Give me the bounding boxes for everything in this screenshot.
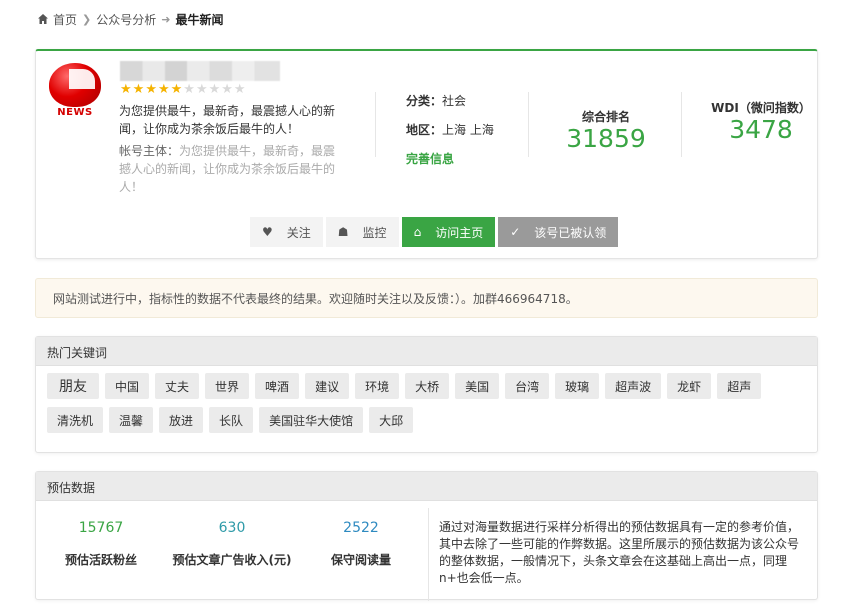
home-icon — [38, 14, 48, 24]
account-owner: 帐号主体：为您提供最牛，最新奇，最震撼人心的新闻，让你成为茶余饭后最牛的人！ — [119, 142, 341, 196]
rank-value: 31859 — [566, 124, 646, 153]
keyword-tag[interactable]: 美国 — [455, 373, 500, 399]
star-filled-icon: ★ — [157, 82, 170, 97]
keyword-tag[interactable]: 世界 — [205, 373, 250, 399]
keyword-tag[interactable]: 龙虾 — [667, 373, 712, 399]
claimed-button[interactable]: ✓ 该号已被认领 — [498, 217, 619, 247]
keyword-tag[interactable]: 啤酒 — [255, 373, 300, 399]
lock-icon: ☗ — [337, 225, 349, 239]
star-filled-icon: ★ — [132, 82, 145, 97]
star-empty-icon: ★ — [183, 82, 195, 97]
keyword-tag[interactable]: 大邱 — [369, 407, 414, 433]
breadcrumb: 首页 ❯ 公众号分析 ➜ 最牛新闻 — [37, 10, 223, 28]
keyword-tag[interactable]: 丈夫 — [155, 373, 200, 399]
region-row: 地区：上海 上海 — [406, 121, 494, 138]
visit-label: 访问主页 — [435, 225, 484, 240]
star-empty-icon: ★ — [221, 82, 233, 97]
arrow-right-icon: ➜ — [161, 12, 171, 26]
owner-label: 帐号主体： — [119, 144, 180, 158]
keyword-tag[interactable]: 大桥 — [405, 373, 450, 399]
keyword-tag[interactable]: 温馨 — [109, 407, 154, 433]
star-filled-icon: ★ — [170, 82, 183, 97]
estimate-panel: 预估数据 15767 预估活跃粉丝 630 预估文章广告收入(元) 2522 保… — [35, 471, 818, 601]
star-empty-icon: ★ — [208, 82, 221, 97]
active-fans-value: 15767 — [78, 520, 124, 536]
category-label: 分类： — [406, 94, 443, 108]
news-logo-icon — [49, 63, 101, 107]
keyword-tag[interactable]: 超声波 — [605, 373, 662, 399]
ad-income-label: 预估文章广告收入(元) — [172, 553, 292, 567]
keywords-panel-title: 热门关键词 — [36, 337, 817, 366]
estimate-description: 通过对海量数据进行采样分析得出的预估数据具有一定的参考价值，其中去除了一些可能的… — [439, 520, 800, 585]
ad-income-value: 630 — [218, 520, 246, 536]
wdi-stat: WDI（微问指数） 3478 — [710, 100, 812, 144]
follow-label: 关注 — [286, 225, 311, 240]
keyword-tag[interactable]: 超声 — [717, 373, 762, 399]
rating-stars: ★ ★ ★ ★ ★ ★ ★ ★ ★ ★ — [120, 83, 246, 96]
home-icon: ⌂ — [413, 225, 422, 239]
breadcrumb-section-link[interactable]: 公众号分析 — [96, 11, 156, 28]
account-logo: NEWS — [47, 63, 103, 119]
rank-label: 综合排名 — [581, 110, 630, 124]
star-empty-icon: ★ — [195, 82, 208, 97]
divider — [528, 92, 529, 157]
keyword-list: 朋友 中国 丈夫 世界 啤酒 建议 环境 大桥 美国 台湾 玻璃 超声波 龙虾 超声清洗机 温馨 放进 长队 美国… — [47, 373, 807, 441]
keyword-tag[interactable]: 环境 — [355, 373, 400, 399]
follow-button[interactable]: ♥ 关注 — [250, 217, 323, 247]
monitor-button[interactable]: ☗ 监控 — [325, 217, 399, 247]
read-count-value: 2522 — [343, 520, 379, 536]
divider — [428, 508, 429, 601]
keyword-tag[interactable]: 朋友 — [47, 373, 99, 399]
heart-icon: ♥ — [262, 225, 273, 239]
action-bar: ♥ 关注 ☗ 监控 ⌂ 访问主页 ✓ 该号已被认领 — [250, 217, 621, 247]
estimate-panel-title: 预估数据 — [36, 472, 817, 501]
logo-text: NEWS — [57, 107, 93, 118]
keyword-tag[interactable]: 台湾 — [505, 373, 550, 399]
keyword-tag[interactable]: 美国驻华大使馆 — [259, 407, 364, 433]
divider — [681, 92, 682, 157]
keyword-tag[interactable]: 长队 — [209, 407, 254, 433]
keywords-panel: 热门关键词 朋友 中国 丈夫 世界 啤酒 建议 环境 大桥 美国 台湾 玻璃 超声波 龙虾 超声清洗机 温馨… — [35, 336, 818, 453]
monitor-label: 监控 — [362, 225, 387, 240]
keyword-tag[interactable]: 清洗机 — [47, 407, 104, 433]
check-circle-icon: ✓ — [510, 225, 521, 239]
active-fans-label: 预估活跃粉丝 — [64, 553, 137, 567]
divider — [375, 92, 376, 157]
star-filled-icon: ★ — [145, 82, 157, 97]
chevron-right-icon: ❯ — [82, 12, 92, 26]
star-filled-icon: ★ — [120, 82, 132, 97]
profile-card: NEWS ★ ★ ★ ★ ★ ★ ★ ★ ★ ★ 为您提供最牛，最新奇，最震撼人心的新闻，让你成为… — [35, 49, 818, 259]
keyword-tag[interactable]: 建议 — [305, 373, 350, 399]
read-count-label: 保守阅读量 — [330, 553, 391, 567]
complete-info-link[interactable]: 完善信息 — [406, 150, 454, 167]
account-description: 为您提供最牛，最新奇，最震撼人心的新闻，让你成为茶余饭后最牛的人！ — [119, 104, 336, 136]
rank-stat: 综合排名 31859 — [546, 109, 666, 153]
breadcrumb-home-link[interactable]: 首页 — [53, 11, 77, 28]
keyword-tag[interactable]: 放进 — [159, 407, 204, 433]
keyword-tag[interactable]: 中国 — [105, 373, 150, 399]
wdi-label: WDI（微问指数） — [711, 101, 811, 115]
notice-banner: 网站测试进行中，指标性的数据不代表最终的结果。欢迎随时关注以及反馈：）。加群46… — [35, 278, 818, 318]
category-row: 分类：社会 — [406, 92, 466, 109]
region-value: 上海 上海 — [442, 123, 494, 137]
star-empty-icon: ★ — [233, 82, 246, 97]
wdi-value: 3478 — [729, 115, 793, 144]
account-name-blurred — [120, 61, 280, 81]
category-value: 社会 — [442, 94, 467, 108]
breadcrumb-current: 最牛新闻 — [175, 12, 224, 27]
visit-homepage-button[interactable]: ⌂ 访问主页 — [401, 217, 496, 247]
region-label: 地区： — [406, 123, 443, 137]
claimed-label: 该号已被认领 — [534, 225, 607, 240]
keyword-tag[interactable]: 玻璃 — [555, 373, 600, 399]
